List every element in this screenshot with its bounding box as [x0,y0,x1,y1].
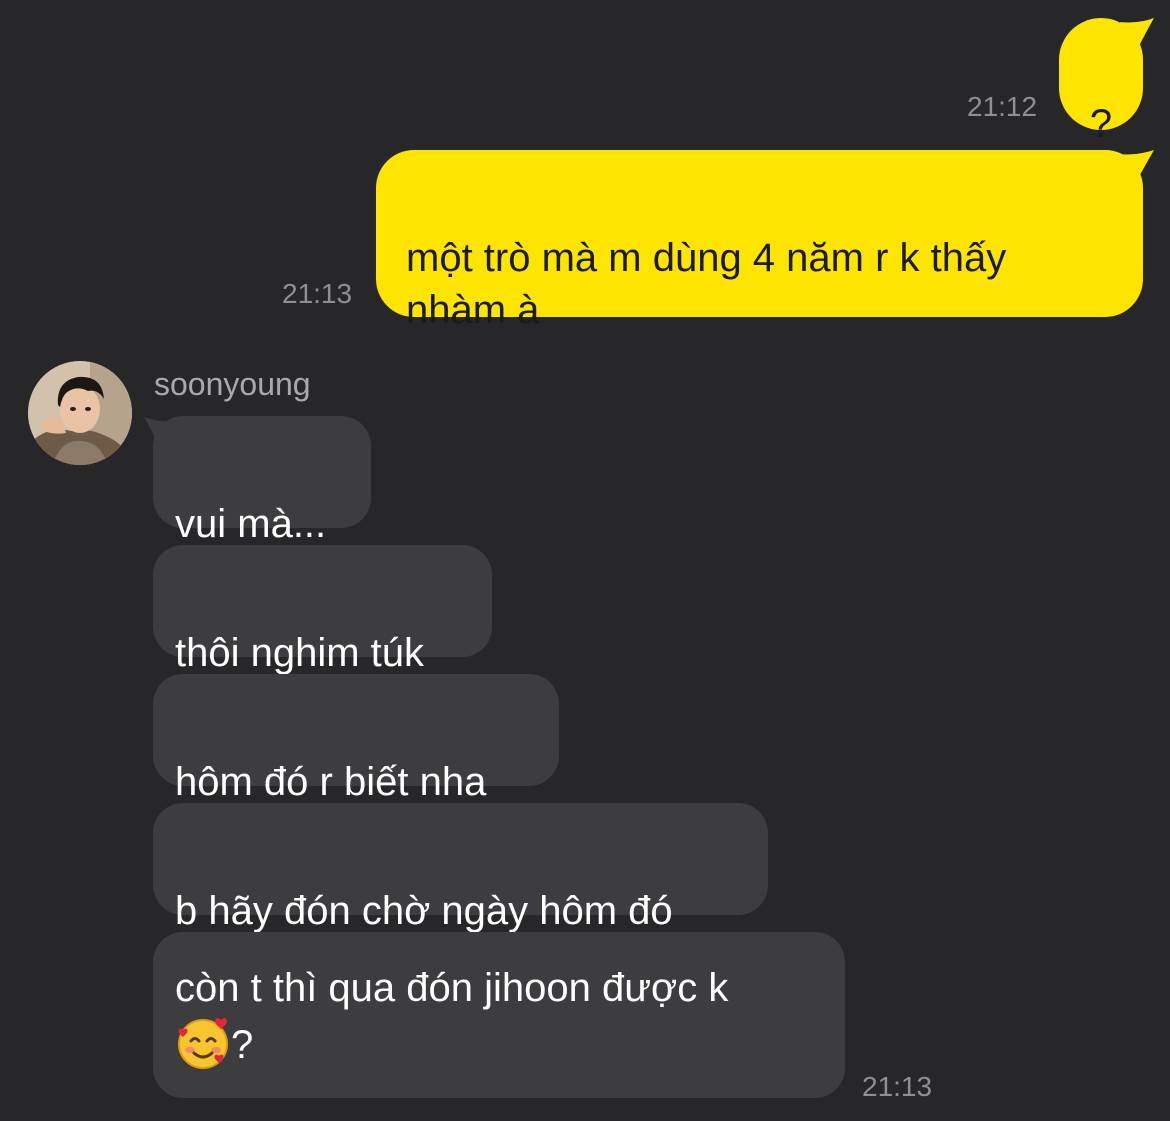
bubble-tail-icon [1120,18,1154,48]
message-text: ? [1089,102,1113,146]
contact-name: soonyoung [154,366,311,402]
contact-avatar[interactable] [28,361,132,465]
message-timestamp: 21:13 [282,278,353,309]
message-text: một trò mà m dùng 4 năm r k thấy nhàm à [406,236,1007,332]
incoming-message-bubble[interactable]: còn t thì qua đón jihoon được k ? [153,932,845,1098]
message-text: còn t thì qua đón jihoon được k [175,966,729,1010]
message-text: vui mà... [175,502,327,546]
incoming-message-bubble[interactable]: hôm đó r biết nha [153,674,559,804]
message-timestamp: 21:12 [967,91,1038,122]
profile-photo-icon [28,361,132,465]
message-text: b hãy đón chờ ngày hôm đó [175,889,673,933]
message-text-suffix: ? [231,1023,254,1067]
message-text: hôm đó r biết nha [175,760,487,804]
incoming-message-bubble[interactable]: b hãy đón chờ ngày hôm đó [153,803,768,933]
outgoing-message-bubble[interactable]: một trò mà m dùng 4 năm r k thấy nhàm à [376,150,1143,332]
bubble-tail-icon [1118,150,1154,182]
smiling-face-with-hearts-icon [175,1014,231,1070]
incoming-message-bubble[interactable]: vui mà... [153,416,371,546]
message-text: thôi nghim túk [175,631,425,675]
incoming-message-bubble[interactable]: thôi nghim túk [153,545,492,675]
message-timestamp: 21:13 [862,1071,933,1102]
